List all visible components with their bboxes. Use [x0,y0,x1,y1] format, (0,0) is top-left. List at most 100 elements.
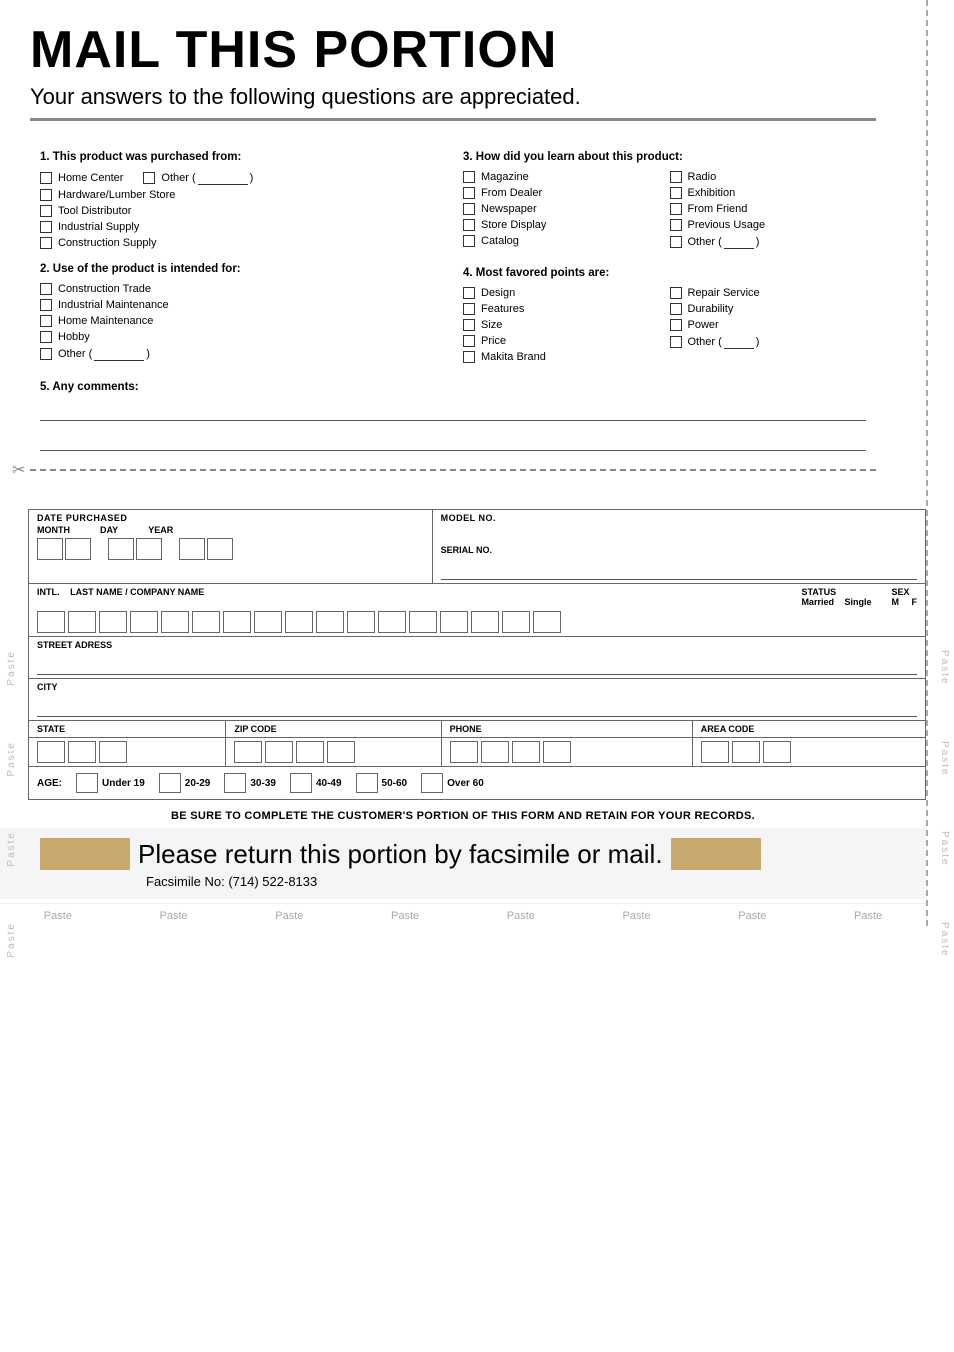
q2-other-checkbox[interactable] [40,348,52,360]
q2-other-input[interactable] [94,347,144,361]
name-box-10[interactable] [347,611,375,633]
paste-bottom-7: Paste [738,910,766,922]
name-box-5[interactable] [192,611,220,633]
q1-other-checkbox[interactable] [143,172,155,184]
name-box-3[interactable] [130,611,158,633]
q1-industrial-checkbox[interactable] [40,221,52,233]
state-box-1[interactable] [37,741,65,763]
year-box-2[interactable] [207,538,233,560]
q3-magazine-checkbox[interactable] [463,171,475,183]
q1-other-input[interactable] [198,171,248,185]
name-box-4[interactable] [161,611,189,633]
street-input[interactable] [37,653,917,675]
q4-size-checkbox[interactable] [463,319,475,331]
city-input[interactable] [37,695,917,717]
name-box-6[interactable] [223,611,251,633]
q4-other-checkbox[interactable] [670,336,682,348]
name-box-7[interactable] [254,611,282,633]
comment-line-2[interactable] [40,429,866,451]
status-box-single[interactable] [471,611,499,633]
single-label: Single [844,597,871,607]
status-box-married[interactable] [440,611,468,633]
q3-radio-checkbox[interactable] [670,171,682,183]
q4-design-checkbox[interactable] [463,287,475,299]
day-box-2[interactable] [136,538,162,560]
q2-other-label: Other ( [58,348,92,360]
q3-previous-checkbox[interactable] [670,219,682,231]
q2-hobby-checkbox[interactable] [40,331,52,343]
day-box-1[interactable] [108,538,134,560]
q4-durability-checkbox[interactable] [670,303,682,315]
name-box-12[interactable] [409,611,437,633]
sex-box-m[interactable] [502,611,530,633]
q4-durability-row: Durability [670,303,867,315]
state-box-3[interactable] [99,741,127,763]
q3-dealer-checkbox[interactable] [463,187,475,199]
serial-input[interactable] [441,558,917,580]
q1-hardware-checkbox[interactable] [40,189,52,201]
name-box-9[interactable] [316,611,344,633]
phone-box-2[interactable] [481,741,509,763]
age-box-30-39[interactable] [224,773,246,793]
comment-line-1[interactable] [40,399,866,421]
q1-hardware-label: Hardware/Lumber Store [58,189,175,201]
q3-exhibition-checkbox[interactable] [670,187,682,199]
zip-box-3[interactable] [296,741,324,763]
name-box-2[interactable] [99,611,127,633]
q4-other-input[interactable] [724,335,754,349]
age-box-50-60[interactable] [356,773,378,793]
q2-industrial-checkbox[interactable] [40,299,52,311]
q1-industrial-row: Industrial Supply [40,221,443,233]
q4-durability-label: Durability [688,303,734,315]
name-box-1[interactable] [68,611,96,633]
q3-exhibition-row: Exhibition [670,187,867,199]
f-label: F [912,597,918,607]
right-paste-4: Paste [939,922,950,958]
q3-newspaper-checkbox[interactable] [463,203,475,215]
q2-construction-label: Construction Trade [58,283,151,295]
intl-box[interactable] [37,611,65,633]
q4-other-label: Other ( [688,336,722,348]
age-40-49-label: 40-49 [316,778,342,789]
age-box-20-29[interactable] [159,773,181,793]
q3-friend-checkbox[interactable] [670,203,682,215]
q4-power-label: Power [688,319,719,331]
age-box-over60[interactable] [421,773,443,793]
area-box-1[interactable] [701,741,729,763]
month-box-1[interactable] [37,538,63,560]
area-box-3[interactable] [763,741,791,763]
q1-construction-checkbox[interactable] [40,237,52,249]
q1-home-center-checkbox[interactable] [40,172,52,184]
area-box-2[interactable] [732,741,760,763]
month-box-2[interactable] [65,538,91,560]
street-label: STREET ADRESS [37,640,917,650]
q3-store-checkbox[interactable] [463,219,475,231]
phone-box-4[interactable] [543,741,571,763]
zip-box-4[interactable] [327,741,355,763]
q2-construction-checkbox[interactable] [40,283,52,295]
age-box-40-49[interactable] [290,773,312,793]
q4-features-checkbox[interactable] [463,303,475,315]
name-box-11[interactable] [378,611,406,633]
state-box-2[interactable] [68,741,96,763]
month-label: MONTH [37,525,70,535]
q2-home-checkbox[interactable] [40,315,52,327]
year-box-1[interactable] [179,538,205,560]
q4-power-checkbox[interactable] [670,319,682,331]
zip-box-1[interactable] [234,741,262,763]
name-box-8[interactable] [285,611,313,633]
q4-makita-checkbox[interactable] [463,351,475,363]
sex-box-f[interactable] [533,611,561,633]
q3-other-input[interactable] [724,235,754,249]
phone-box-1[interactable] [450,741,478,763]
paste-bottom-5: Paste [507,910,535,922]
q3-other-checkbox[interactable] [670,236,682,248]
q3-catalog-checkbox[interactable] [463,235,475,247]
q4-price-checkbox[interactable] [463,335,475,347]
q1-tool-checkbox[interactable] [40,205,52,217]
age-box-under19[interactable] [76,773,98,793]
zip-box-2[interactable] [265,741,293,763]
phone-box-3[interactable] [512,741,540,763]
q4-size-label: Size [481,319,502,331]
q4-repair-checkbox[interactable] [670,287,682,299]
